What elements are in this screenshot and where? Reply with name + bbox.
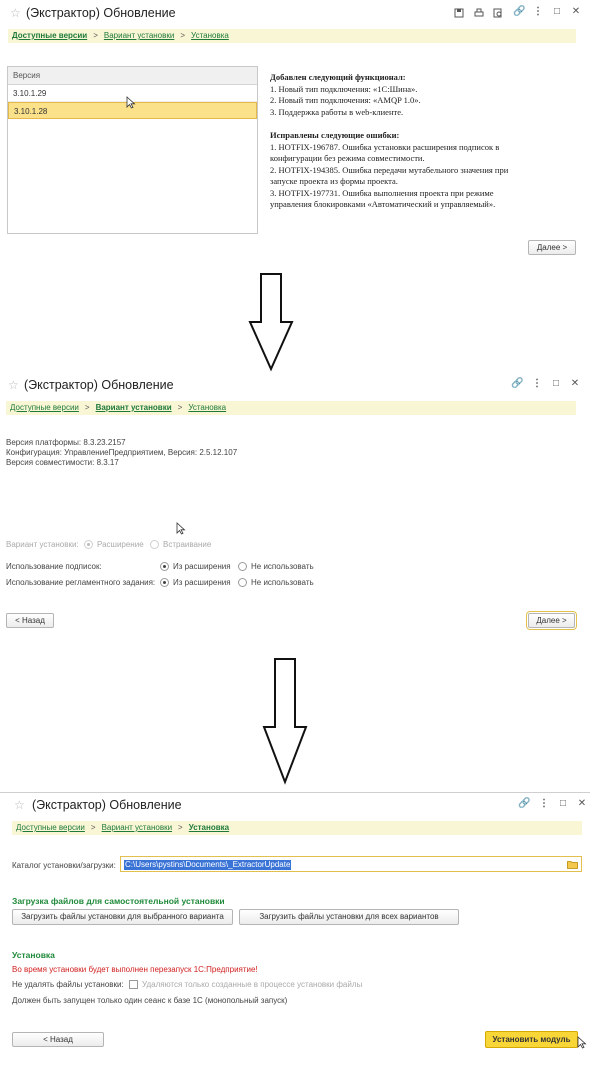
close-icon[interactable]: ✕ [570, 379, 580, 389]
breadcrumb-available-versions[interactable]: Доступные версии [16, 823, 85, 832]
install-variant-label: Вариант установки: [6, 540, 79, 549]
window-title: (Экстрактор) Обновление [26, 6, 176, 20]
download-section-title: Загрузка файлов для самостоятельной уста… [12, 896, 225, 906]
radio-variant-extension-label: Расширение [97, 540, 144, 549]
mouse-cursor-icon [577, 1036, 587, 1049]
keep-files-hint: Удаляются только созданные в процессе ус… [142, 980, 363, 989]
breadcrumb-install-variant[interactable]: Вариант установки [104, 31, 174, 40]
breadcrumb-install[interactable]: Установка [189, 823, 229, 832]
close-icon[interactable]: ✕ [571, 7, 581, 17]
scheduled-job-label: Использование регламентного задания: [6, 578, 156, 587]
radio-scheduled-from-extension-label: Из расширения [173, 578, 231, 587]
window-title: (Экстрактор) Обновление [24, 378, 174, 392]
fixed-bug: управления блокировками «Автоматический … [270, 199, 496, 209]
back-button[interactable]: < Назад [6, 613, 54, 628]
radio-scheduled-not-use-label: Не использовать [251, 578, 314, 587]
install-module-button[interactable]: Установить модуль [485, 1031, 578, 1048]
radio-variant-embed-label: Встраивание [163, 540, 212, 549]
mouse-cursor-icon [176, 522, 186, 535]
favorite-star-icon[interactable]: ☆ [14, 798, 25, 812]
mouse-cursor-icon [126, 96, 136, 109]
fixed-bug: 2. HOTFIX-194385. Ошибка передачи мутабе… [270, 164, 509, 175]
close-icon[interactable]: ✕ [577, 799, 587, 809]
radio-scheduled-not-use[interactable] [238, 578, 247, 587]
window-title: (Экстрактор) Обновление [32, 798, 182, 812]
link-icon[interactable]: 🔗 [518, 799, 530, 809]
down-arrow-icon [262, 658, 308, 785]
radio-subscriptions-not-use-label: Не использовать [251, 562, 314, 571]
more-icon[interactable]: ⋮ [533, 7, 543, 17]
download-all-button[interactable]: Загрузить файлы установки для всех вариа… [239, 909, 459, 925]
section-divider [0, 792, 590, 793]
favorite-star-icon[interactable]: ☆ [8, 378, 19, 392]
keep-files-label: Не удалять файлы установки: [12, 980, 124, 989]
added-feature: 3. Поддержка работы в web-клиенте. [270, 106, 404, 117]
fixed-bug: 3. HOTFIX-197731. Ошибка выполнения прое… [270, 187, 494, 198]
radio-subscriptions-from-extension[interactable] [160, 562, 169, 571]
preview-icon[interactable] [493, 8, 503, 18]
catalog-label: Каталог установки/загрузки: [12, 861, 116, 870]
catalog-path-value: C:\Users\pystins\Documents\_ExtractorUpd… [124, 860, 292, 870]
maximize-icon[interactable]: □ [558, 799, 568, 809]
single-session-note: Должен быть запущен только один сеанс к … [12, 996, 288, 1005]
version-list[interactable]: Версия 3.10.1.29 3.10.1.28 [7, 66, 258, 234]
fixed-bugs-title: Исправлены следующие ошибки: [270, 130, 400, 140]
radio-subscriptions-not-use[interactable] [238, 562, 247, 571]
favorite-star-icon[interactable]: ☆ [10, 6, 21, 20]
folder-icon[interactable] [567, 860, 578, 869]
down-arrow-icon [248, 273, 294, 372]
breadcrumb-available-versions[interactable]: Доступные версии [12, 31, 87, 40]
back-button[interactable]: < Назад [12, 1032, 104, 1047]
added-feature: 1. Новый тип подключения: «1С:Шина». [270, 83, 418, 94]
breadcrumb-install[interactable]: Установка [191, 31, 229, 40]
fixed-bug: конфигурации без режима совместимости. [270, 153, 425, 163]
install-section-title: Установка [12, 950, 55, 960]
release-notes: Добавлен следующий функционал: 1. Новый … [270, 72, 580, 211]
breadcrumb-install-variant[interactable]: Вариант установки [96, 403, 172, 412]
maximize-icon[interactable]: □ [551, 379, 561, 389]
breadcrumb: Доступные версии > Вариант установки > Устан… [6, 401, 576, 415]
next-button[interactable]: Далее > [528, 240, 576, 255]
breadcrumb-install-variant[interactable]: Вариант установки [102, 823, 172, 832]
next-button[interactable]: Далее > [526, 611, 577, 630]
radio-variant-extension[interactable] [84, 540, 93, 549]
print-icon[interactable] [474, 8, 484, 18]
link-icon[interactable]: 🔗 [513, 7, 525, 17]
breadcrumb-install[interactable]: Установка [188, 403, 226, 412]
added-feature: 2. Новый тип подключения: «AMQP 1.0». [270, 95, 421, 105]
keep-files-checkbox[interactable] [129, 980, 138, 989]
more-icon[interactable]: ⋮ [539, 799, 549, 809]
catalog-path-input[interactable]: C:\Users\pystins\Documents\_ExtractorUpd… [120, 856, 582, 872]
version-column-header: Версия [8, 67, 257, 85]
maximize-icon[interactable]: □ [552, 7, 562, 17]
fixed-bug: 1. HOTFIX-196787. Ошибка установки расши… [270, 141, 500, 152]
link-icon[interactable]: 🔗 [511, 379, 523, 389]
platform-version: Версия платформы: 8.3.23.2157 [6, 438, 126, 447]
configuration-info: Конфигурация: УправлениеПредприятием, Ве… [6, 448, 238, 457]
fixed-bug: запуске проекта из формы проекта. [270, 176, 398, 186]
restart-warning: Во время установки будет выполнен переза… [12, 965, 258, 974]
radio-scheduled-from-extension[interactable] [160, 578, 169, 587]
breadcrumb: Доступные версии > Вариант установки > Устан… [12, 821, 582, 835]
more-icon[interactable]: ⋮ [532, 379, 542, 389]
subscriptions-label: Использование подписок: [6, 562, 102, 571]
breadcrumb: Доступные версии > Вариант установки > Устан… [8, 29, 576, 43]
added-features-title: Добавлен следующий функционал: [270, 72, 406, 82]
breadcrumb-available-versions[interactable]: Доступные версии [10, 403, 79, 412]
radio-variant-embed[interactable] [150, 540, 159, 549]
compatibility-version: Версия совместимости: 8.3.17 [6, 458, 119, 467]
download-selected-button[interactable]: Загрузить файлы установки для выбранного… [12, 909, 233, 925]
radio-subscriptions-from-extension-label: Из расширения [173, 562, 231, 571]
save-icon[interactable] [454, 8, 464, 18]
